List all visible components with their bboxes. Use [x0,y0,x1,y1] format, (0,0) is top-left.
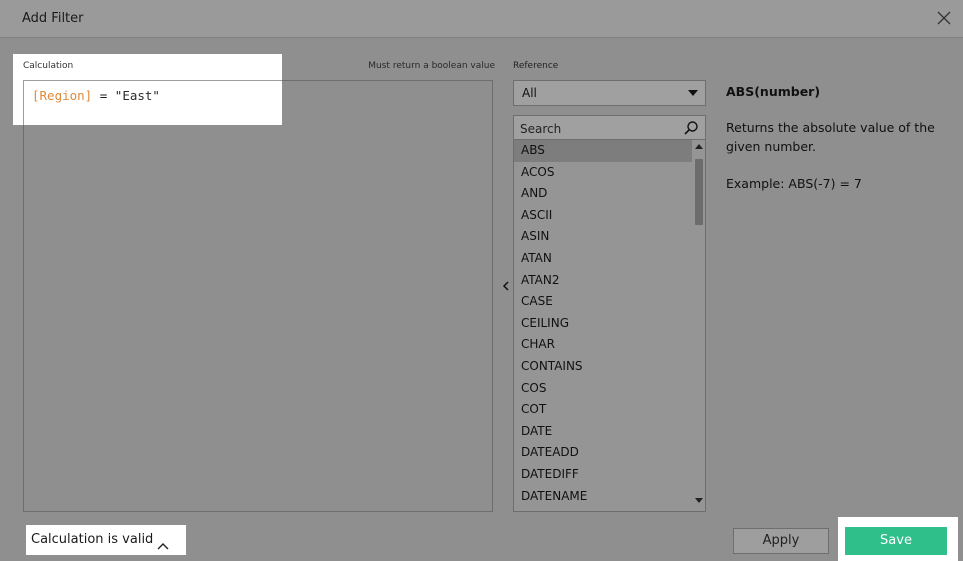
function-list-item[interactable]: ASIN [514,226,705,248]
save-button[interactable]: Save [845,527,947,555]
calculation-hint: Must return a boolean value [368,61,495,71]
apply-button[interactable]: Apply [733,528,829,554]
reference-label: Reference [513,61,559,71]
help-example: Example: ABS(-7) = 7 [726,176,862,191]
function-list-item[interactable]: DATEADD [514,442,705,464]
calculation-label: Calculation [23,61,74,71]
validation-status[interactable]: Calculation is valid [26,525,186,555]
function-list-item[interactable]: AND [514,183,705,205]
function-list-item[interactable]: ACOS [514,162,705,184]
function-list-item[interactable]: COT [514,399,705,421]
search-icon [683,120,699,136]
function-list-item[interactable]: DATE [514,421,705,443]
calculation-editor[interactable] [23,80,493,512]
function-list-item[interactable]: COS [514,378,705,400]
calculation-code[interactable]: [Region] = "East" [32,88,160,103]
scroll-up-icon[interactable] [695,144,703,149]
function-list-scrollbar[interactable] [692,140,705,511]
help-title: ABS(number) [726,84,821,99]
code-value: "East" [114,88,160,103]
function-list-item[interactable]: CASE [514,291,705,313]
dropdown-arrow-icon [681,81,705,105]
close-icon[interactable] [933,7,955,29]
function-list-item[interactable]: DATEDIFF [514,464,705,486]
title-bar: Add Filter [0,0,963,38]
add-filter-dialog: Add Filter Calculation Must return a boo… [0,0,963,561]
dialog-title: Add Filter [22,11,84,26]
function-list-item[interactable]: DATENAME [514,486,705,508]
reference-search [513,115,706,140]
collapse-reference-icon[interactable] [500,278,512,292]
code-field: [Region] [32,88,93,103]
function-list-item[interactable]: ASCII [514,205,705,227]
help-description: Returns the absolute value of the given … [726,120,935,154]
function-list-item[interactable]: ABS [514,140,705,162]
code-operator: = [92,88,115,103]
reference-search-input[interactable] [520,120,680,137]
function-list-item[interactable]: CONTAINS [514,356,705,378]
function-list-item[interactable]: CEILING [514,313,705,335]
chevron-up-icon [157,535,169,550]
function-list-item[interactable]: ATAN2 [514,270,705,292]
function-list-item[interactable]: CHAR [514,334,705,356]
function-list-item[interactable]: ATAN [514,248,705,270]
scroll-down-icon[interactable] [695,498,703,503]
reference-category-value: All [522,86,537,100]
reference-category-select[interactable]: All [513,80,706,106]
status-text: Calculation is valid [31,532,154,547]
function-list[interactable]: ABS ACOS AND ASCII ASIN ATAN ATAN2 CASE CEILING C… [513,139,706,512]
scroll-thumb[interactable] [695,159,703,225]
